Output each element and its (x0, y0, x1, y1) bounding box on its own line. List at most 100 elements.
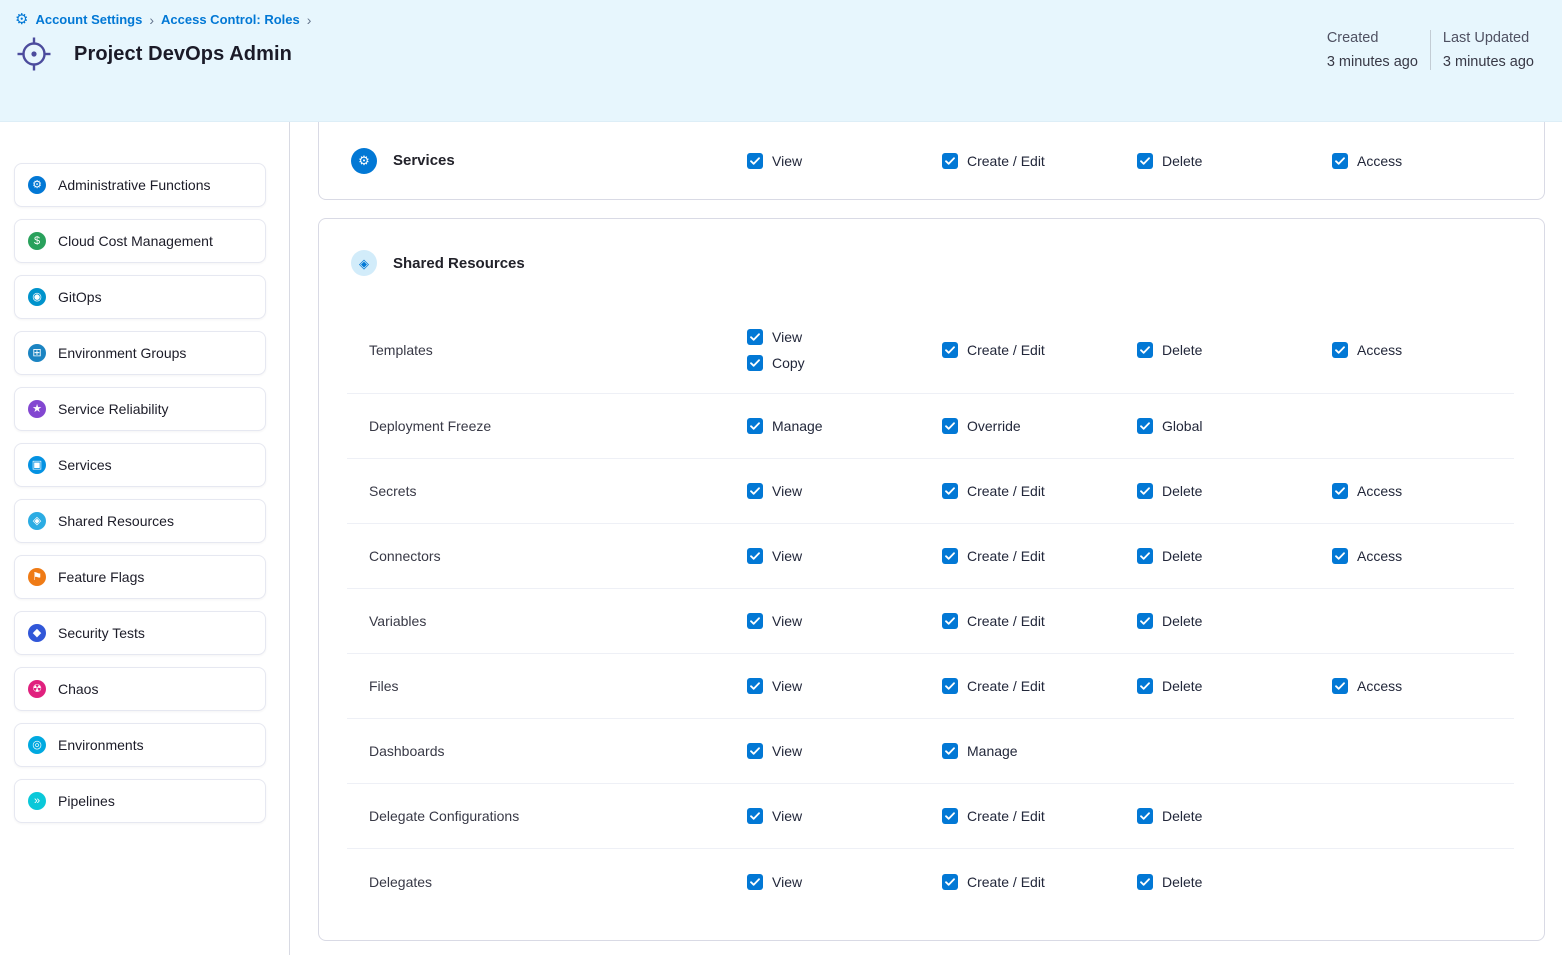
sidebar-item-label: Cloud Cost Management (58, 233, 213, 249)
permission-checkbox-delete[interactable]: Delete (1137, 874, 1332, 890)
sidebar-item-shared-resources[interactable]: ◈Shared Resources (14, 499, 266, 543)
sidebar-item-administrative-functions[interactable]: ⚙Administrative Functions (14, 163, 266, 207)
permission-checkbox-view[interactable]: View (747, 743, 942, 759)
permission-checkbox-override[interactable]: Override (942, 418, 1137, 434)
sidebar-item-label: Environment Groups (58, 345, 186, 361)
checkbox-checked-icon[interactable] (747, 613, 763, 629)
checkbox-checked-icon[interactable] (1137, 678, 1153, 694)
permission-checkbox-access[interactable]: Access (1332, 678, 1514, 694)
permission-checkbox-copy[interactable]: Copy (747, 355, 942, 371)
checkbox-checked-icon[interactable] (747, 355, 763, 371)
sidebar-item-services[interactable]: ▣Services (14, 443, 266, 487)
permission-checkbox-view[interactable]: View (747, 808, 942, 824)
permission-checkbox-delete[interactable]: Delete (1137, 808, 1332, 824)
checkbox-checked-icon[interactable] (1137, 153, 1153, 169)
permission-checkbox-access[interactable]: Access (1332, 153, 1514, 169)
checkbox-checked-icon[interactable] (942, 874, 958, 890)
permission-checkbox-create-edit[interactable]: Create / Edit (942, 548, 1137, 564)
permission-checkbox-view[interactable]: View (747, 483, 942, 499)
permission-checkbox-manage[interactable]: Manage (942, 743, 1137, 759)
checkbox-checked-icon[interactable] (747, 483, 763, 499)
permission-checkbox-view[interactable]: View (747, 613, 942, 629)
checkbox-checked-icon[interactable] (747, 329, 763, 345)
checkbox-checked-icon[interactable] (747, 874, 763, 890)
services-col-1: View (747, 153, 942, 169)
sidebar-item-label: GitOps (58, 289, 102, 305)
permission-checkbox-view[interactable]: View (747, 678, 942, 694)
permission-checkbox-create-edit[interactable]: Create / Edit (942, 678, 1137, 694)
sidebar-item-service-reliability[interactable]: ★Service Reliability (14, 387, 266, 431)
permission-row-templates: TemplatesViewCopyCreate / EditDeleteAcce… (347, 307, 1514, 394)
checkbox-checked-icon[interactable] (1137, 874, 1153, 890)
resource-category-sidebar: ⚙Administrative Functions $Cloud Cost Man… (0, 122, 290, 955)
checkbox-checked-icon[interactable] (1332, 153, 1348, 169)
permission-checkbox-create-edit[interactable]: Create / Edit (942, 153, 1137, 169)
checkbox-checked-icon[interactable] (942, 418, 958, 434)
sidebar-item-feature-flags[interactable]: ⚑Feature Flags (14, 555, 266, 599)
permission-checkbox-delete[interactable]: Delete (1137, 342, 1332, 358)
checkbox-checked-icon[interactable] (942, 743, 958, 759)
checkbox-checked-icon[interactable] (747, 418, 763, 434)
checkbox-checked-icon[interactable] (942, 808, 958, 824)
environments-icon: ◎ (28, 736, 46, 754)
checkbox-checked-icon[interactable] (747, 808, 763, 824)
checkbox-checked-icon[interactable] (747, 678, 763, 694)
sidebar-item-environment-groups[interactable]: ⊞Environment Groups (14, 331, 266, 375)
sidebar-item-label: Shared Resources (58, 513, 174, 529)
checkbox-checked-icon[interactable] (942, 548, 958, 564)
permission-checkbox-access[interactable]: Access (1332, 483, 1514, 499)
permission-checkbox-delete[interactable]: Delete (1137, 548, 1332, 564)
delegates-col-1: View (747, 874, 942, 890)
checkbox-checked-icon[interactable] (942, 678, 958, 694)
sidebar-item-environments[interactable]: ◎Environments (14, 723, 266, 767)
checkbox-checked-icon[interactable] (1332, 342, 1348, 358)
permission-label: Delete (1162, 613, 1202, 629)
permission-checkbox-delete[interactable]: Delete (1137, 678, 1332, 694)
checkbox-checked-icon[interactable] (1332, 483, 1348, 499)
checkbox-checked-icon[interactable] (1137, 613, 1153, 629)
checkbox-checked-icon[interactable] (1137, 418, 1153, 434)
permission-checkbox-delete[interactable]: Delete (1137, 153, 1332, 169)
permission-checkbox-create-edit[interactable]: Create / Edit (942, 483, 1137, 499)
sidebar-item-pipelines[interactable]: »Pipelines (14, 779, 266, 823)
checkbox-checked-icon[interactable] (747, 548, 763, 564)
sidebar-item-cloud-cost-management[interactable]: $Cloud Cost Management (14, 219, 266, 263)
checkbox-checked-icon[interactable] (1137, 342, 1153, 358)
permission-checkbox-access[interactable]: Access (1332, 342, 1514, 358)
permission-checkbox-delete[interactable]: Delete (1137, 613, 1332, 629)
permission-checkbox-view[interactable]: View (747, 548, 942, 564)
permission-checkbox-manage[interactable]: Manage (747, 418, 942, 434)
sidebar-item-gitops[interactable]: ◉GitOps (14, 275, 266, 319)
checkbox-checked-icon[interactable] (1332, 678, 1348, 694)
resource-label: Files (347, 678, 747, 694)
checkbox-checked-icon[interactable] (1137, 483, 1153, 499)
permission-checkbox-delete[interactable]: Delete (1137, 483, 1332, 499)
permission-checkbox-view[interactable]: View (747, 874, 942, 890)
checkbox-checked-icon[interactable] (942, 153, 958, 169)
sidebar-item-chaos[interactable]: ☢Chaos (14, 667, 266, 711)
secrets-col-4: Access (1332, 483, 1514, 499)
sidebar-item-security-tests[interactable]: ◆Security Tests (14, 611, 266, 655)
permission-checkbox-create-edit[interactable]: Create / Edit (942, 874, 1137, 890)
breadcrumb-account-settings[interactable]: Account Settings (35, 12, 142, 27)
checkbox-checked-icon[interactable] (1332, 548, 1348, 564)
target-crosshair-icon (15, 35, 53, 73)
permission-label: Delete (1162, 483, 1202, 499)
permission-checkbox-view[interactable]: View (747, 329, 942, 345)
checkbox-checked-icon[interactable] (942, 342, 958, 358)
checkbox-checked-icon[interactable] (942, 613, 958, 629)
checkbox-checked-icon[interactable] (1137, 548, 1153, 564)
permission-checkbox-view[interactable]: View (747, 153, 942, 169)
checkbox-checked-icon[interactable] (747, 153, 763, 169)
permission-label: View (772, 743, 802, 759)
checkbox-checked-icon[interactable] (747, 743, 763, 759)
permission-checkbox-create-edit[interactable]: Create / Edit (942, 342, 1137, 358)
checkbox-checked-icon[interactable] (1137, 808, 1153, 824)
permission-checkbox-global[interactable]: Global (1137, 418, 1332, 434)
breadcrumb-access-control-roles[interactable]: Access Control: Roles (161, 12, 300, 27)
permission-checkbox-create-edit[interactable]: Create / Edit (942, 613, 1137, 629)
permission-checkbox-access[interactable]: Access (1332, 548, 1514, 564)
checkbox-checked-icon[interactable] (942, 483, 958, 499)
permission-checkbox-create-edit[interactable]: Create / Edit (942, 808, 1137, 824)
permission-label: Delete (1162, 342, 1202, 358)
